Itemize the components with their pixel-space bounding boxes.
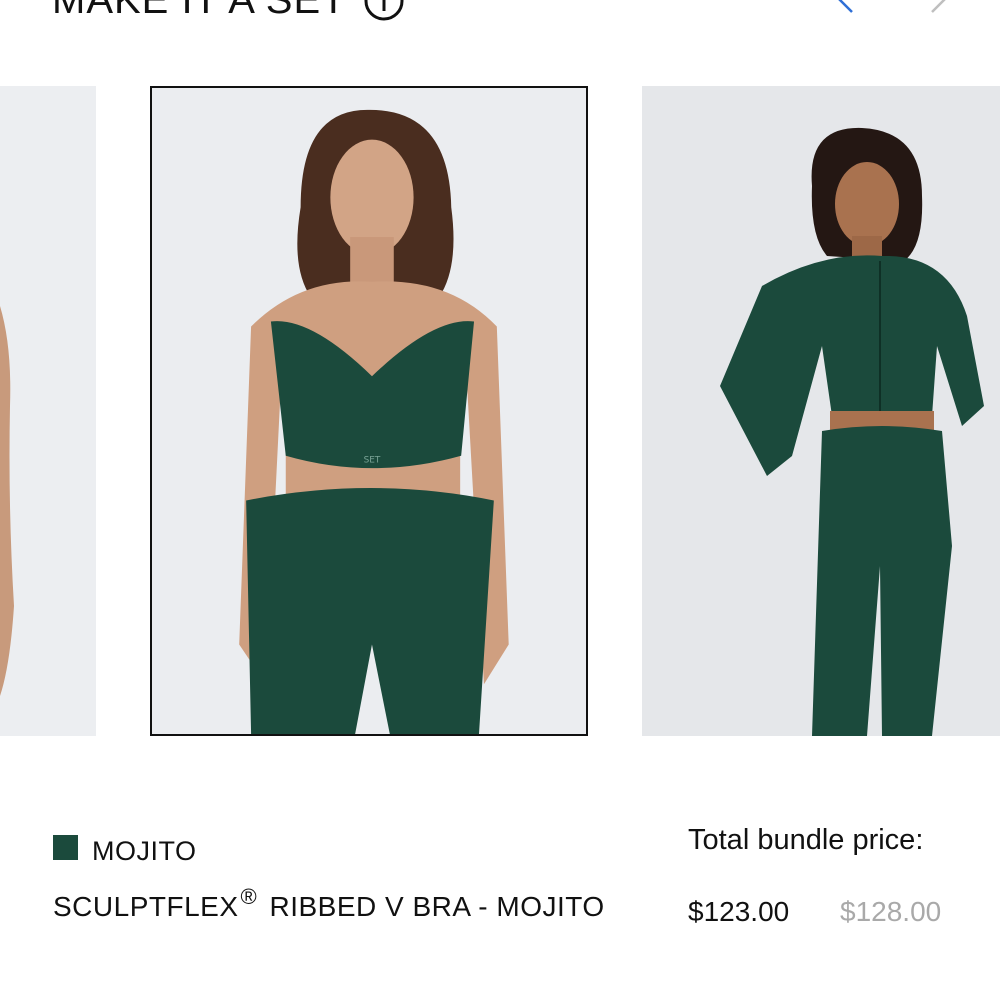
carousel-card-left[interactable]: [0, 86, 96, 736]
registered-mark: ®: [240, 884, 258, 909]
section-title: MAKE IT A SET: [52, 0, 405, 23]
product-name-prefix: SCULPTFLEX: [53, 891, 239, 922]
info-circle-icon[interactable]: [363, 0, 405, 22]
section-title-text: MAKE IT A SET: [52, 0, 347, 22]
carousel-card-right[interactable]: [642, 86, 1000, 736]
svg-text:SET: SET: [364, 456, 381, 466]
carousel-card-selected[interactable]: SET: [150, 86, 588, 736]
model-in-v-bra-and-shorts: SET: [152, 88, 586, 734]
product-name[interactable]: SCULPTFLEX® RIBBED V BRA - MOJITO: [53, 884, 605, 923]
product-photo-partial: [0, 86, 96, 736]
bundle-price-label: Total bundle price:: [688, 824, 924, 856]
bundle-price: $123.00: [688, 896, 790, 927]
product-name-suffix: RIBBED V BRA - MOJITO: [261, 891, 605, 922]
color-name: MOJITO: [92, 836, 197, 866]
chevron-right-icon[interactable]: [924, 0, 952, 14]
model-in-zip-top-and-leggings: [642, 86, 1000, 736]
color-swatch: [53, 835, 78, 860]
original-price: $128.00: [840, 896, 942, 927]
chevron-left-icon[interactable]: [832, 0, 860, 14]
